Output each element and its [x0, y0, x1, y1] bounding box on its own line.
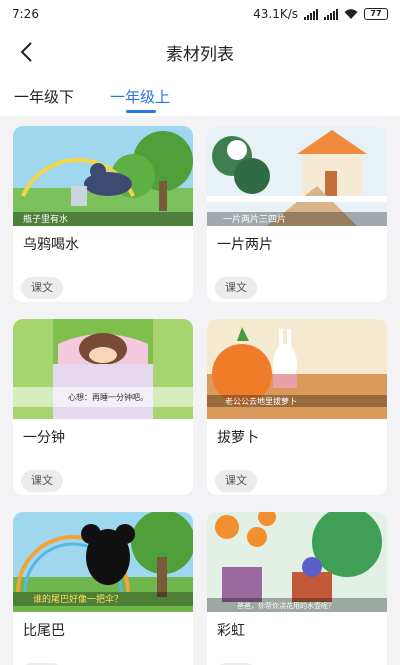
card-thumbnail: 谁的尾巴好像一把伞？: [13, 512, 193, 612]
material-card[interactable]: 老公公去地里拔萝卜 拔萝卜 课文: [207, 319, 387, 495]
card-title: 彩虹: [217, 623, 245, 639]
material-card[interactable]: 心想：再睡一分钟吧。 一分钟 课文: [13, 319, 193, 495]
back-arrow-icon: [20, 42, 32, 62]
app-header: 素材列表: [0, 28, 400, 76]
card-thumbnail: 瓶子里有水: [13, 126, 193, 226]
thumb-caption: 瓶子里有水: [23, 213, 68, 225]
status-indicators: 43.1K/s 77: [253, 7, 388, 21]
card-title: 比尾巴: [23, 623, 65, 639]
card-tag: 课文: [21, 277, 63, 299]
page-title: 素材列表: [166, 44, 234, 65]
network-speed: 43.1K/s: [253, 7, 298, 21]
card-thumbnail: 一片两片三四片: [207, 126, 387, 226]
tab-grade1-second[interactable]: 一年级下: [14, 86, 74, 107]
thumb-caption: 谁的尾巴好像一把伞？: [33, 593, 123, 605]
card-title: 乌鸦喝水: [23, 237, 79, 253]
card-tag: 课文: [215, 470, 257, 492]
battery-icon: 77: [364, 8, 388, 20]
back-button[interactable]: [12, 38, 40, 66]
material-card[interactable]: 谁的尾巴好像一把伞？ 比尾巴 课文: [13, 512, 193, 665]
thumb-caption: 心想：再睡一分钟吧。: [68, 392, 148, 402]
grade-tabs: 一年级下 一年级上: [0, 76, 400, 116]
wifi-icon: [344, 8, 358, 19]
tab-grade1-first[interactable]: 一年级上: [110, 86, 170, 107]
card-tag: 课文: [215, 277, 257, 299]
card-title: 拔萝卜: [217, 430, 259, 446]
material-card[interactable]: 瓶子里有水 乌鸦喝水 课文: [13, 126, 193, 302]
card-thumbnail: 爸爸，你帮你浇花用的水壶呢？: [207, 512, 387, 612]
cellular-signal-icon: [304, 8, 318, 20]
thumb-caption: 一片两片三四片: [223, 213, 286, 225]
thumb-caption: 老公公去地里拔萝卜: [225, 396, 297, 406]
status-bar: 7:26 43.1K/s 77: [0, 0, 400, 28]
material-grid: 瓶子里有水 乌鸦喝水 课文 一片两片三四片 一片两片 课文 心想：再睡一分钟吧。…: [0, 116, 400, 665]
cellular-signal-2-icon: [324, 8, 338, 20]
material-card[interactable]: 爸爸，你帮你浇花用的水壶呢？ 彩虹 课文: [207, 512, 387, 665]
thumb-caption: 爸爸，你帮你浇花用的水壶呢？: [237, 601, 335, 610]
card-title: 一分钟: [23, 430, 65, 446]
status-time: 7:26: [12, 7, 39, 21]
card-tag: 课文: [21, 470, 63, 492]
card-thumbnail: 心想：再睡一分钟吧。: [13, 319, 193, 419]
card-title: 一片两片: [217, 237, 273, 253]
material-card[interactable]: 一片两片三四片 一片两片 课文: [207, 126, 387, 302]
active-tab-indicator: [126, 110, 156, 113]
card-thumbnail: 老公公去地里拔萝卜: [207, 319, 387, 419]
